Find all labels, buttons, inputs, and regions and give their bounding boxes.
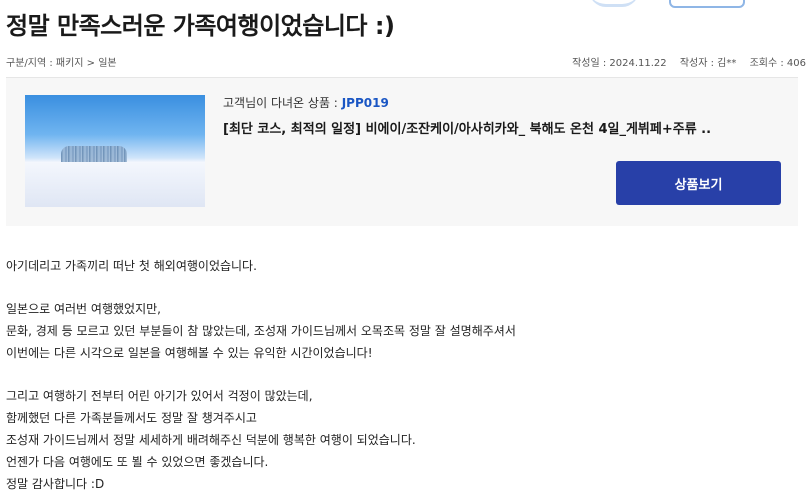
- header-arc: [589, 0, 639, 7]
- review-content: 아기데리고 가족끼리 떠난 첫 해외여행이었습니다. 일본으로 여러번 여행했었지…: [6, 255, 516, 495]
- content-line: 조성재 가이드님께서 정말 세세하게 배려해주신 덕분에 행복한 여행이 되었습…: [6, 433, 416, 447]
- product-thumbnail[interactable]: [25, 95, 205, 207]
- post-views: 조회수 : 406: [749, 58, 806, 69]
- post-info: 작성일 : 2024.11.22 작성자 : 김** 조회수 : 406: [562, 54, 806, 69]
- thumbnail-trees: [61, 146, 127, 162]
- view-product-button[interactable]: 상품보기: [616, 161, 781, 205]
- product-label: 고객님이 다녀온 상품 : JPP019: [223, 94, 389, 111]
- content-line: 이번에는 다른 시각으로 일본을 여행해볼 수 있는 유익한 시간이었습니다!: [6, 346, 373, 360]
- content-line: 그리고 여행하기 전부터 어린 아기가 있어서 걱정이 많았는데,: [6, 389, 313, 403]
- thumbnail-snow: [25, 162, 205, 207]
- content-line: 정말 감사합니다 :D: [6, 477, 105, 491]
- content-line: 일본으로 여러번 여행했었지만,: [6, 302, 161, 316]
- post-date: 작성일 : 2024.11.22: [572, 58, 667, 69]
- content-line: 아기데리고 가족끼리 떠난 첫 해외여행이었습니다.: [6, 259, 257, 273]
- product-code[interactable]: JPP019: [342, 96, 389, 110]
- content-line: 함께했던 다른 가족분들께서도 정말 잘 챙겨주시고: [6, 411, 257, 425]
- post-author: 작성자 : 김**: [679, 58, 737, 69]
- header-decoration: [589, 0, 749, 8]
- breadcrumb: 구분/지역 : 패키지 > 일본: [6, 58, 117, 69]
- page-title: 정말 만족스러운 가족여행이었습니다 :): [6, 12, 395, 40]
- header-pill-button[interactable]: [669, 0, 745, 8]
- post-meta: 구분/지역 : 패키지 > 일본 작성일 : 2024.11.22 작성자 : …: [6, 54, 806, 69]
- product-name[interactable]: [최단 코스, 최적의 일정] 비에이/조잔케이/아사히카와_ 북해도 온천 4…: [223, 118, 711, 137]
- product-label-prefix: 고객님이 다녀온 상품 :: [223, 96, 338, 110]
- content-line: 문화, 경제 등 모르고 있던 부분들이 참 많았는데, 조성재 가이드님께서 …: [6, 324, 516, 338]
- content-line: 언젠가 다음 여행에도 또 뵐 수 있었으면 좋겠습니다.: [6, 455, 269, 469]
- product-card: 고객님이 다녀온 상품 : JPP019 [최단 코스, 최적의 일정] 비에이…: [6, 77, 798, 226]
